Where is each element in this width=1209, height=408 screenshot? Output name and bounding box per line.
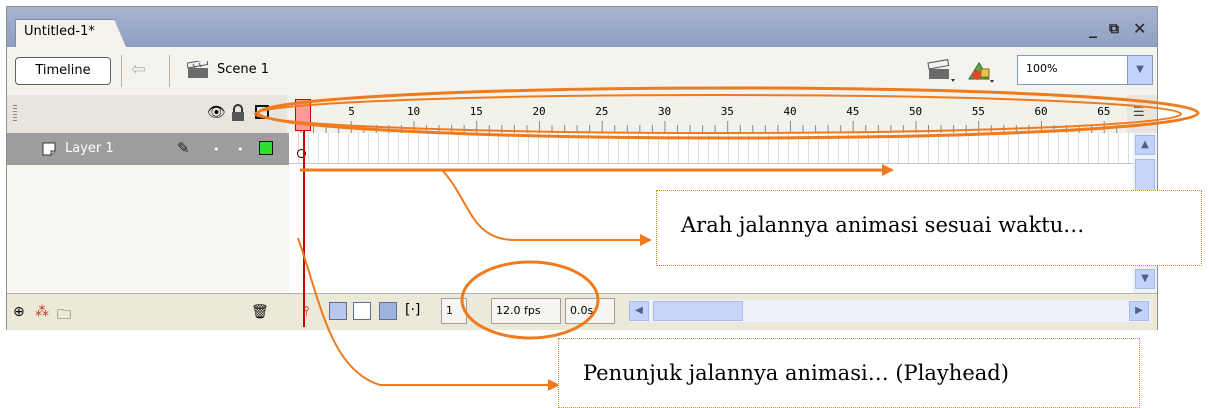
timeline-toolbar: Timeline ⇦ Scene 1 100% ▼ (7, 47, 1157, 96)
frame-view-menu-icon[interactable]: ☰ (1133, 105, 1145, 120)
close-icon[interactable]: ✕ (1133, 19, 1146, 38)
timeline-footer: ⊕ ⁂ 🗀 🗑 ⫯ [·] 1 12.0 fps 0.0s ◀ ▶ (7, 293, 1157, 330)
ruler-frame-number: 40 (783, 105, 797, 118)
layer-name[interactable]: Layer 1 (65, 141, 114, 156)
scene-clapper-icon (187, 61, 209, 78)
playhead-line[interactable] (303, 131, 305, 327)
layer-row[interactable]: Layer 1 ✎ • • (7, 133, 289, 165)
ruler-frame-number: 20 (532, 105, 546, 118)
edit-scene-icon[interactable] (927, 59, 957, 83)
current-frame-field: 1 (441, 298, 467, 324)
zoom-select[interactable]: 100% ▼ (1017, 55, 1153, 85)
zoom-value: 100% (1026, 62, 1058, 75)
document-tab[interactable]: Untitled-1* (15, 19, 126, 47)
minimize-icon[interactable]: _ (1089, 19, 1097, 38)
ruler-frame-number: 15 (469, 105, 483, 118)
layer-panel (7, 165, 289, 293)
toolbar-divider (169, 55, 170, 87)
trash-icon[interactable]: 🗑 (251, 304, 269, 320)
ruler-frame-number: 45 (846, 105, 860, 118)
edit-multiple-frames-icon[interactable] (379, 302, 397, 320)
onion-skin-icon[interactable] (329, 302, 347, 320)
ruler-frame-number: 25 (595, 105, 609, 118)
ruler-frame-number: 5 (348, 105, 355, 118)
playhead-head[interactable] (295, 99, 311, 131)
layer-icon (42, 142, 56, 156)
lock-icon[interactable] (231, 104, 245, 122)
scene-label: Scene 1 (217, 62, 270, 77)
insert-folder-icon[interactable]: 🗀 (57, 304, 71, 328)
layer-color-swatch[interactable] (259, 141, 273, 155)
toolbar-divider (121, 55, 122, 87)
chevron-down-icon[interactable]: ▼ (1127, 56, 1152, 84)
timeline-header: 👁 15101520253035404550556065 ☰ (7, 95, 1157, 134)
ruler-frame-number: 35 (720, 105, 734, 118)
playhead-callout: Penunjuk jalannya animasi… (Playhead) (558, 338, 1140, 408)
visibility-dot-icon[interactable]: • (213, 143, 220, 156)
scroll-up-icon[interactable]: ▲ (1135, 135, 1155, 155)
ruler-frame-number: 60 (1034, 105, 1048, 118)
ruler-frame-number: 65 (1097, 105, 1111, 118)
onion-skin-outlines-icon[interactable] (353, 302, 371, 320)
scroll-left-icon[interactable]: ◀ (629, 301, 649, 321)
direction-callout-text: Arah jalannya animasi sesuai waktu… (681, 213, 1085, 237)
scroll-right-icon[interactable]: ▶ (1129, 301, 1149, 321)
restore-icon[interactable]: ⧉ (1109, 21, 1119, 37)
playhead-callout-text: Penunjuk jalannya animasi… (Playhead) (583, 361, 1009, 385)
frame-row[interactable] (289, 133, 1133, 164)
scroll-down-icon[interactable]: ▼ (1135, 269, 1155, 289)
ruler-frame-number: 10 (406, 105, 421, 118)
ruler-frame-number: 50 (908, 105, 923, 118)
title-bar: Untitled-1* _ ⧉ ✕ (7, 7, 1157, 47)
pencil-icon: ✎ (177, 139, 190, 157)
insert-layer-icon[interactable]: ⊕ (13, 304, 25, 320)
elapsed-time-field: 0.0s (565, 298, 615, 324)
lock-dot-icon[interactable]: • (237, 143, 244, 156)
resize-grip-icon[interactable] (13, 105, 17, 121)
ruler-frame-number: 30 (657, 105, 672, 118)
edit-symbols-icon[interactable] (965, 59, 995, 83)
timeline-window: Untitled-1* _ ⧉ ✕ Timeline ⇦ Scene 1 100… (6, 6, 1158, 330)
modify-onion-markers-icon[interactable]: [·] (405, 302, 420, 318)
horizontal-scrollbar[interactable]: ◀ ▶ (629, 300, 1151, 322)
timeline-toggle-button[interactable]: Timeline (15, 57, 111, 85)
direction-callout: Arah jalannya animasi sesuai waktu… (656, 190, 1202, 266)
scroll-thumb[interactable] (653, 301, 743, 321)
add-motion-guide-icon[interactable]: ⁂ (35, 304, 49, 320)
ruler-frame-number: 55 (971, 105, 985, 118)
back-arrow-icon[interactable]: ⇦ (131, 59, 146, 80)
outline-icon[interactable] (255, 105, 269, 119)
frame-rate-field[interactable]: 12.0 fps (491, 298, 561, 324)
frame-ruler[interactable]: 15101520253035404550556065 (287, 95, 1127, 133)
eye-icon[interactable]: 👁 (207, 103, 226, 121)
